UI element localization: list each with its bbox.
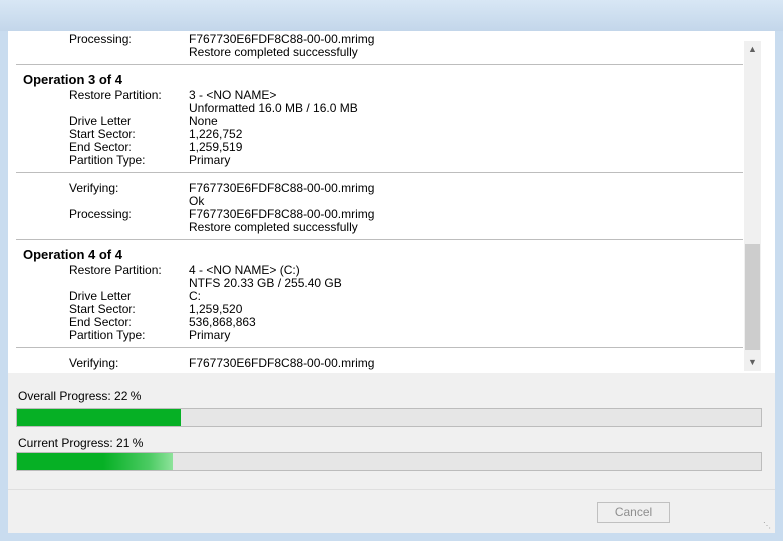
- divider: [16, 172, 743, 173]
- divider: [16, 347, 743, 348]
- verifying-value: F767730E6FDF8C88-00-00.mrimg: [189, 181, 375, 195]
- partition-type-value: Primary: [189, 328, 231, 342]
- overall-progress-label: Overall Progress: 22 %: [18, 389, 142, 403]
- cancel-button[interactable]: Cancel: [597, 502, 670, 523]
- restore-partition-detail: NTFS 20.33 GB / 255.40 GB: [189, 276, 342, 290]
- partition-type-label: Partition Type:: [69, 328, 146, 342]
- processing-status: Restore completed successfully: [189, 45, 358, 59]
- window-title-bar[interactable]: [0, 0, 783, 31]
- scroll-down-arrow-icon[interactable]: ▼: [744, 354, 761, 371]
- partition-type-value: Primary: [189, 153, 231, 167]
- log-scrollbar[interactable]: ▲ ▼: [744, 41, 761, 371]
- verifying-label: Verifying:: [69, 181, 119, 195]
- window-frame-bottom: [0, 533, 783, 541]
- verifying-value: F767730E6FDF8C88-00-00.mrimg: [189, 356, 375, 370]
- window-frame-right: [775, 31, 783, 541]
- operation-4-title: Operation 4 of 4: [23, 247, 122, 262]
- divider: [16, 239, 743, 240]
- processing-label: Processing:: [69, 32, 132, 46]
- current-progress-fill: [17, 453, 174, 470]
- restore-partition-label: Restore Partition:: [69, 88, 162, 102]
- processing-status: Restore completed successfully: [189, 220, 358, 234]
- current-progress-bar: [16, 452, 762, 471]
- operation-3-title: Operation 3 of 4: [23, 72, 122, 87]
- scrollbar-thumb[interactable]: [745, 244, 760, 350]
- processing-label: Processing:: [69, 207, 132, 221]
- window-frame-left: [0, 31, 8, 541]
- partition-type-label: Partition Type:: [69, 153, 146, 167]
- overall-progress-fill: [17, 409, 181, 426]
- operation-log-panel: Processing: F767730E6FDF8C88-00-00.mrimg…: [8, 31, 775, 373]
- restore-dialog: Processing: F767730E6FDF8C88-00-00.mrimg…: [8, 31, 775, 533]
- footer-divider: [8, 489, 775, 490]
- verifying-label: Verifying:: [69, 356, 119, 370]
- restore-partition-label: Restore Partition:: [69, 263, 162, 277]
- overall-progress-bar: [16, 408, 762, 427]
- divider: [16, 64, 743, 65]
- resize-grip-icon[interactable]: ⋱: [763, 521, 773, 531]
- scroll-up-arrow-icon[interactable]: ▲: [744, 41, 761, 58]
- current-progress-label: Current Progress: 21 %: [18, 436, 144, 450]
